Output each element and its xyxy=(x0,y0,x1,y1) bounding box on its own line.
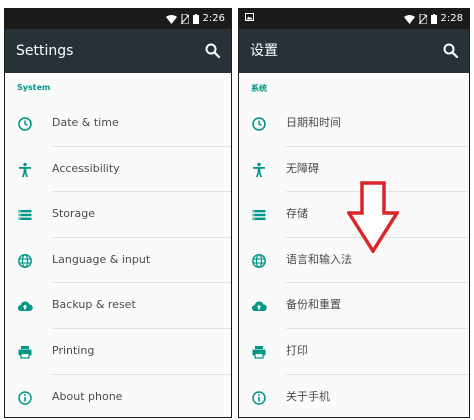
down-arrow-annotation-icon xyxy=(347,181,399,253)
settings-item-label: Language & input xyxy=(52,252,151,266)
settings-item-label: 关于手机 xyxy=(286,389,330,403)
settings-item-about-phone[interactable]: About phone xyxy=(5,375,231,417)
status-bar: 2:26 xyxy=(5,9,231,29)
section-header-system: 系统 xyxy=(251,84,267,93)
status-time: 2:28 xyxy=(440,13,463,24)
no-sim-icon xyxy=(418,14,427,24)
settings-item-storage[interactable]: Storage xyxy=(5,192,231,238)
settings-item-label: About phone xyxy=(52,389,123,403)
accessibility-icon xyxy=(19,162,31,177)
settings-item-date-time[interactable]: 日期和时间 xyxy=(239,101,469,147)
no-sim-icon xyxy=(180,14,189,24)
app-toolbar: Settings xyxy=(5,29,231,73)
settings-item-label: Storage xyxy=(52,207,96,221)
settings-item-accessibility[interactable]: Accessibility xyxy=(5,147,231,193)
wifi-icon xyxy=(165,14,177,24)
storage-icon xyxy=(252,210,266,221)
settings-item-backup-reset[interactable]: 备份和重置 xyxy=(239,283,469,329)
clock-icon xyxy=(252,117,266,131)
settings-item-label: 日期和时间 xyxy=(286,116,341,129)
clock-icon xyxy=(18,117,32,131)
printer-icon xyxy=(252,345,266,359)
battery-icon xyxy=(430,14,437,24)
settings-item-label: 存储 xyxy=(286,207,308,221)
settings-item-about-phone[interactable]: 关于手机 xyxy=(239,375,469,417)
settings-item-label: Printing xyxy=(52,343,95,357)
settings-item-backup-reset[interactable]: Backup & reset xyxy=(5,283,231,329)
info-icon xyxy=(18,390,32,405)
settings-item-label: 语言和输入法 xyxy=(286,252,352,266)
cloud-upload-icon xyxy=(251,301,267,312)
storage-icon xyxy=(18,210,32,221)
settings-item-date-time[interactable]: Date & time xyxy=(5,101,231,147)
search-icon[interactable] xyxy=(203,41,223,61)
info-icon xyxy=(252,390,266,405)
settings-item-printing[interactable]: Printing xyxy=(5,329,231,375)
accessibility-icon xyxy=(253,162,265,177)
cloud-upload-icon xyxy=(17,301,33,312)
settings-item-label: 无障碍 xyxy=(286,161,319,175)
settings-item-printing[interactable]: 打印 xyxy=(239,329,469,375)
screenshot-notification-icon xyxy=(245,13,254,21)
printer-icon xyxy=(18,345,32,359)
battery-icon xyxy=(192,14,199,24)
settings-item-label: Date & time xyxy=(52,116,119,129)
app-toolbar: 设置 xyxy=(239,29,469,73)
globe-icon xyxy=(18,253,32,268)
page-title: Settings xyxy=(16,43,74,59)
status-time: 2:26 xyxy=(202,13,225,24)
globe-icon xyxy=(252,253,266,268)
page-title: 设置 xyxy=(250,43,278,59)
search-icon[interactable] xyxy=(441,41,461,61)
settings-screen-english: 2:26 Settings System Date & time Accessi… xyxy=(4,8,232,418)
section-header-system: System xyxy=(17,83,51,92)
settings-item-label: Backup & reset xyxy=(52,298,136,312)
settings-item-label: 打印 xyxy=(286,343,308,357)
wifi-icon xyxy=(403,14,415,24)
status-bar: 2:28 xyxy=(239,9,469,29)
settings-item-label: Accessibility xyxy=(52,161,120,175)
settings-item-language-input[interactable]: Language & input xyxy=(5,238,231,284)
settings-item-label: 备份和重置 xyxy=(286,298,341,312)
